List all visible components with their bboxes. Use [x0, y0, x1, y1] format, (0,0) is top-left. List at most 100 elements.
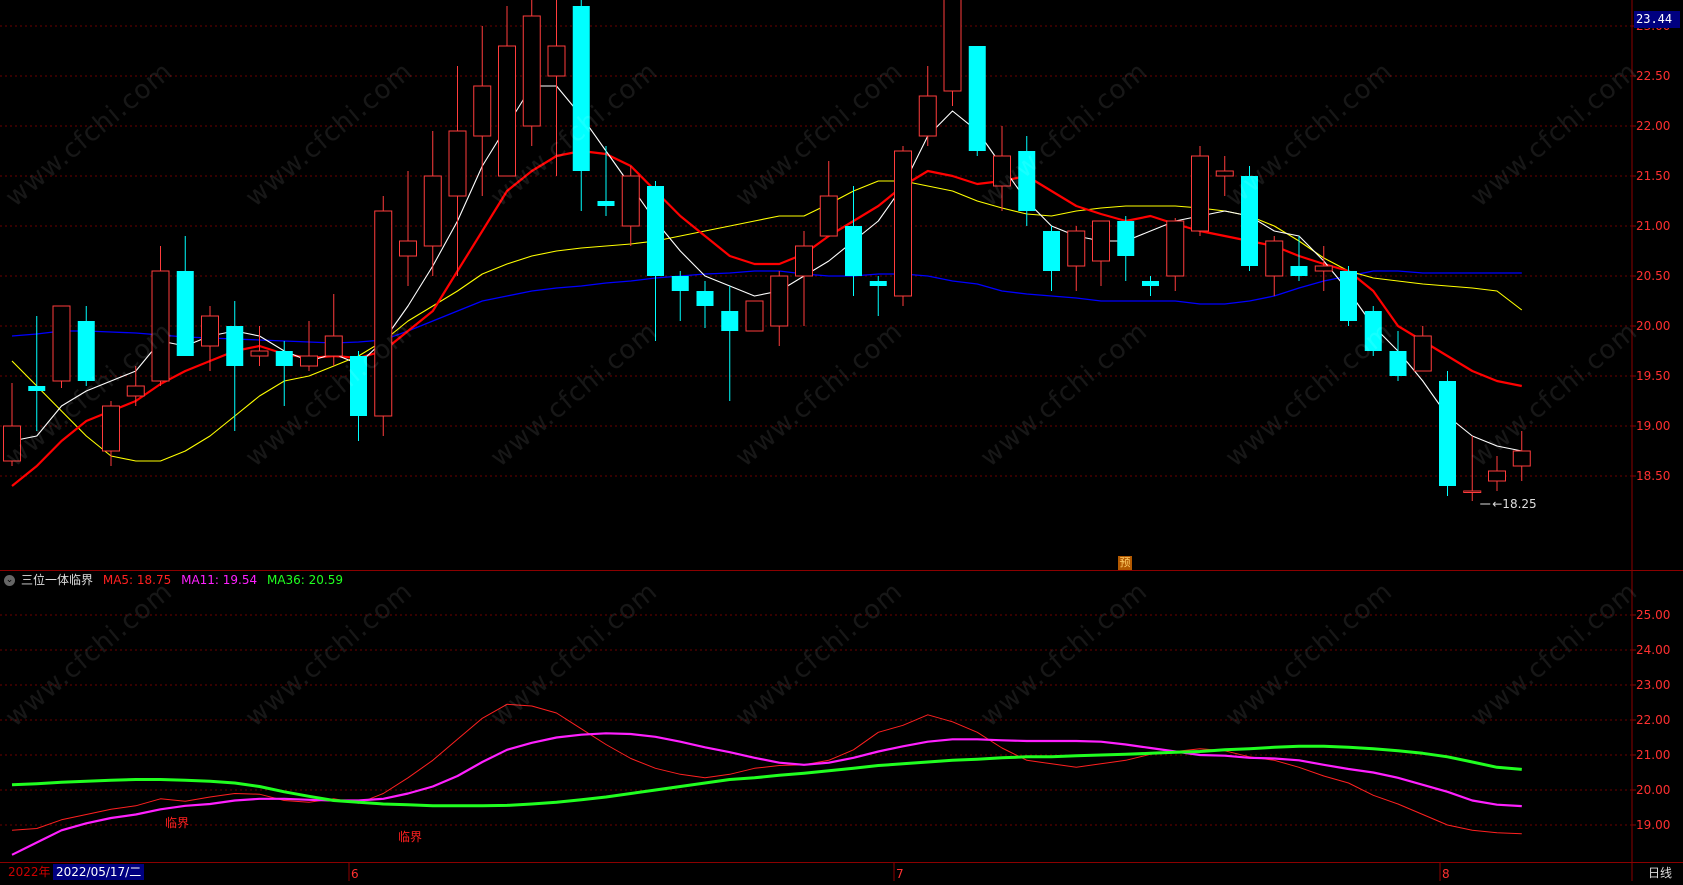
- candle: [894, 146, 912, 306]
- candle: [721, 286, 739, 401]
- candle: [993, 126, 1011, 211]
- candle: [745, 300, 764, 332]
- candle-body: [845, 226, 862, 276]
- candle: [621, 166, 640, 246]
- candle-body: [1439, 381, 1456, 486]
- candle: [869, 276, 887, 316]
- price-tick-label: 21.00: [1636, 219, 1670, 233]
- candle: [1314, 246, 1333, 291]
- candle: [399, 171, 417, 286]
- kline-chart-stage: 23.00 22.50 22.00 21.50 21.00 20.50 20.00 19.50…: [0, 0, 1683, 881]
- candle: [918, 66, 937, 146]
- candle: [647, 181, 664, 341]
- annotations: 23.68←18.25临界临界: [165, 497, 1537, 844]
- candle: [374, 196, 393, 436]
- candle: [1215, 156, 1234, 196]
- candle: [1512, 431, 1531, 481]
- candle-body: [28, 386, 46, 391]
- candle-body: [473, 85, 492, 137]
- candle: [126, 366, 145, 406]
- candle: [845, 186, 862, 296]
- candle-body: [993, 155, 1011, 187]
- candle: [201, 306, 219, 371]
- candle-body: [126, 385, 145, 397]
- candle-body: [869, 281, 887, 286]
- candle-body: [894, 150, 912, 297]
- candle-body: [647, 186, 664, 276]
- candle-body: [795, 245, 813, 277]
- candle-body: [151, 270, 170, 382]
- candle-body: [498, 45, 516, 177]
- candle-body: [1166, 220, 1185, 277]
- candle: [250, 326, 269, 366]
- price-tick-label: 20.50: [1636, 269, 1670, 283]
- candle-body: [621, 175, 640, 227]
- cursor-date-box: 2022/05/17/二: [53, 864, 145, 880]
- candle: [1241, 166, 1258, 271]
- candle: [52, 305, 71, 388]
- candle: [3, 383, 21, 466]
- candle-body: [448, 130, 467, 197]
- candle-body: [1413, 335, 1432, 372]
- candle-body: [1191, 155, 1209, 232]
- candle: [1265, 236, 1284, 296]
- candle-body: [3, 425, 21, 462]
- candle: [795, 231, 813, 326]
- candle: [696, 281, 714, 328]
- candle-body: [226, 326, 244, 366]
- indicator-tick-label: 20.00: [1636, 783, 1670, 797]
- indicator-tick-label: 21.00: [1636, 748, 1670, 762]
- candle-body: [324, 335, 343, 357]
- chart-frame: [0, 0, 1683, 881]
- candle: [473, 26, 492, 196]
- candle: [671, 271, 689, 321]
- price-tick-label: 19.00: [1636, 419, 1670, 433]
- candle: [572, 0, 590, 211]
- candle: [77, 306, 95, 386]
- candle-body: [745, 300, 764, 332]
- candle-body: [968, 46, 986, 151]
- price-tick-label: 21.50: [1636, 169, 1670, 183]
- candle: [1488, 456, 1506, 491]
- candle-body: [1018, 151, 1036, 211]
- candle: [102, 401, 120, 466]
- candle-body: [77, 321, 95, 381]
- candle-body: [547, 45, 566, 77]
- candle: [1043, 226, 1060, 291]
- candle-body: [943, 0, 962, 92]
- grid-lines: [0, 25, 1636, 881]
- candle: [176, 236, 194, 356]
- candle: [1439, 371, 1456, 496]
- candle: [1142, 276, 1159, 296]
- candle: [968, 46, 986, 156]
- candle-body: [1092, 220, 1110, 262]
- kline-chart-svg[interactable]: 23.00 22.50 22.00 21.50 21.00 20.50 20.00 19.50…: [0, 0, 1683, 881]
- forecast-badge[interactable]: 预: [1118, 556, 1132, 570]
- indicator-ma5-label: MA5: 18.75: [102, 573, 172, 587]
- price-tick-label: 18.50: [1636, 469, 1670, 483]
- indicator-tick-label: 22.00: [1636, 713, 1670, 727]
- candle-body: [671, 276, 689, 291]
- candle-body: [275, 351, 293, 366]
- low-label: ←18.25: [1492, 497, 1536, 511]
- candle-body: [597, 201, 615, 206]
- candle-body: [1142, 281, 1159, 286]
- candle: [770, 271, 789, 346]
- indicator-legend: ⌄ 三位一体临界 MA5: 18.75 MA11: 19.54 MA36: 20.…: [4, 571, 349, 589]
- signal-label: 临界: [398, 830, 422, 844]
- candle-body: [201, 315, 219, 347]
- month-label: 6: [351, 867, 359, 881]
- collapse-toggle-icon[interactable]: ⌄: [4, 575, 15, 586]
- candle-body: [1067, 230, 1086, 267]
- candle-body: [1241, 176, 1258, 266]
- candle-body: [52, 305, 71, 382]
- candle: [943, 0, 962, 106]
- candle-body: [1340, 271, 1357, 321]
- candle-body: [1215, 170, 1234, 177]
- candle-body: [1463, 490, 1482, 493]
- candle: [1117, 216, 1135, 281]
- period-label[interactable]: 日线: [1648, 865, 1672, 881]
- candle-body: [696, 291, 714, 306]
- indicator-name[interactable]: 三位一体临界: [21, 573, 93, 587]
- indicator-tick-label: 23.00: [1636, 678, 1670, 692]
